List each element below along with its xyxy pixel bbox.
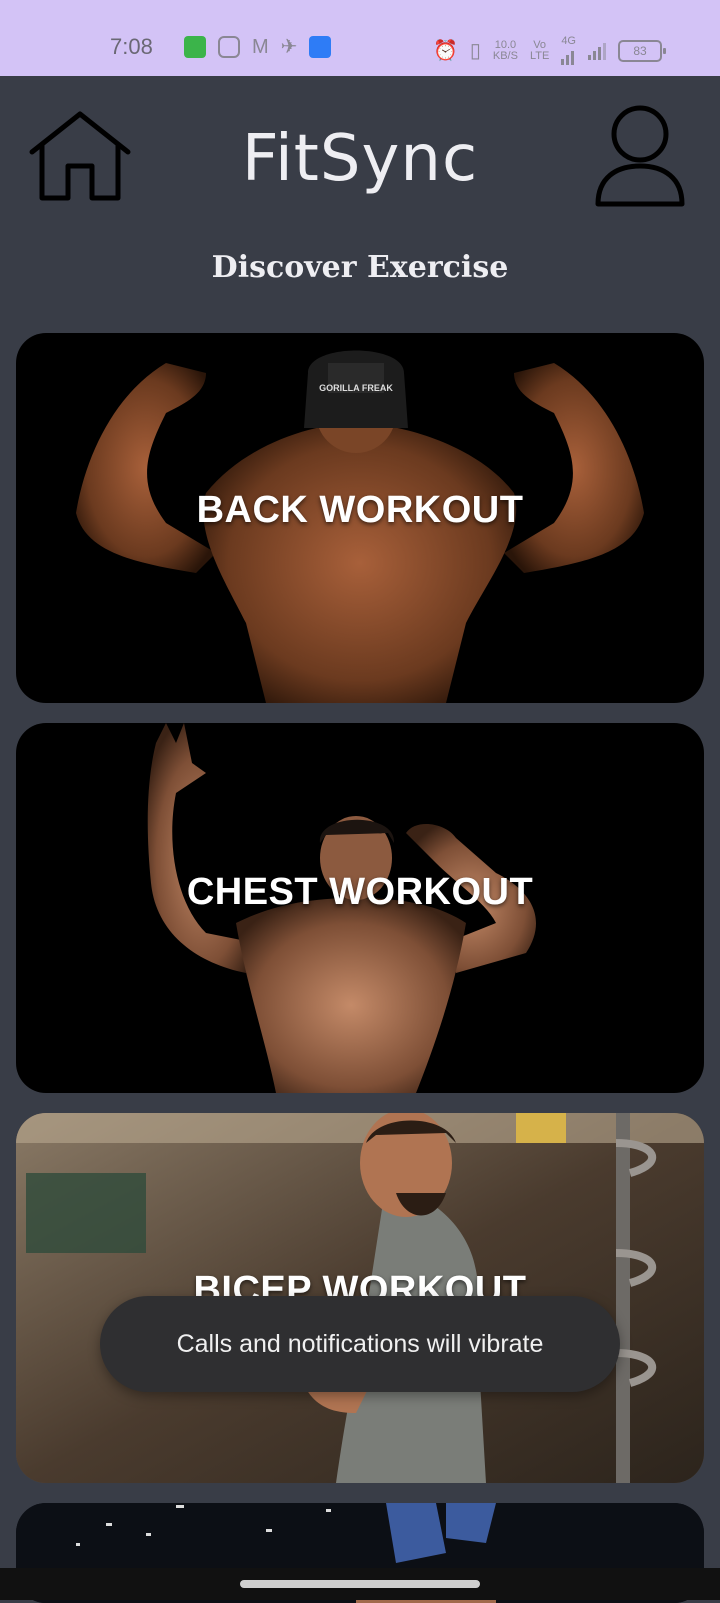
notification-icons: M ✈ <box>184 36 332 58</box>
instagram-icon <box>218 36 240 58</box>
app-notification-icon <box>184 36 206 58</box>
system-icons: ⏰ ▯ 10.0 KB/S Vo LTE 4G 83 <box>432 36 666 65</box>
network-speed-unit: KB/S <box>492 49 518 62</box>
network-type-label: 4G <box>561 35 576 47</box>
chest-workout-card[interactable]: CHEST WORKOUT <box>16 723 704 1093</box>
chest-workout-label: CHEST WORKOUT <box>186 871 534 913</box>
network-type: 4G <box>561 36 576 65</box>
volte-indicator: Vo LTE <box>529 38 550 62</box>
svg-text:GORILLA FREAK: GORILLA FREAK <box>319 383 393 393</box>
status-bar: 7:08 M ✈ ⏰ ▯ 10.0 KB/S Vo LTE 4G 83 <box>0 0 720 76</box>
vibrate-icon: ▯ <box>469 39 481 62</box>
status-time: 7:08 <box>110 34 153 59</box>
network-speed: 10.0 KB/S <box>492 38 518 62</box>
signal-strength-icon <box>588 42 606 60</box>
battery-icon: 83 <box>618 39 666 62</box>
navigation-bar <box>0 1568 720 1600</box>
gmail-icon: M <box>252 36 269 58</box>
back-workout-card[interactable]: GORILLA FREAK BACK WORKOUT <box>16 333 704 703</box>
profile-icon <box>595 105 685 207</box>
back-workout-label: BACK WORKOUT <box>196 489 524 531</box>
android-icon <box>309 36 332 58</box>
alarm-icon: ⏰ <box>432 39 458 62</box>
bird-icon: ✈ <box>280 36 298 58</box>
volte-label: Vo <box>533 38 547 51</box>
section-title: Discover Exercise <box>211 250 509 285</box>
vibrate-toast: Calls and notifications will vibrate <box>100 1296 620 1392</box>
signal-icon <box>561 47 576 65</box>
home-gesture-handle[interactable] <box>240 1580 480 1588</box>
lte-label: LTE <box>529 49 550 62</box>
network-speed-value: 10.0 <box>494 38 517 51</box>
profile-button[interactable] <box>594 104 686 208</box>
